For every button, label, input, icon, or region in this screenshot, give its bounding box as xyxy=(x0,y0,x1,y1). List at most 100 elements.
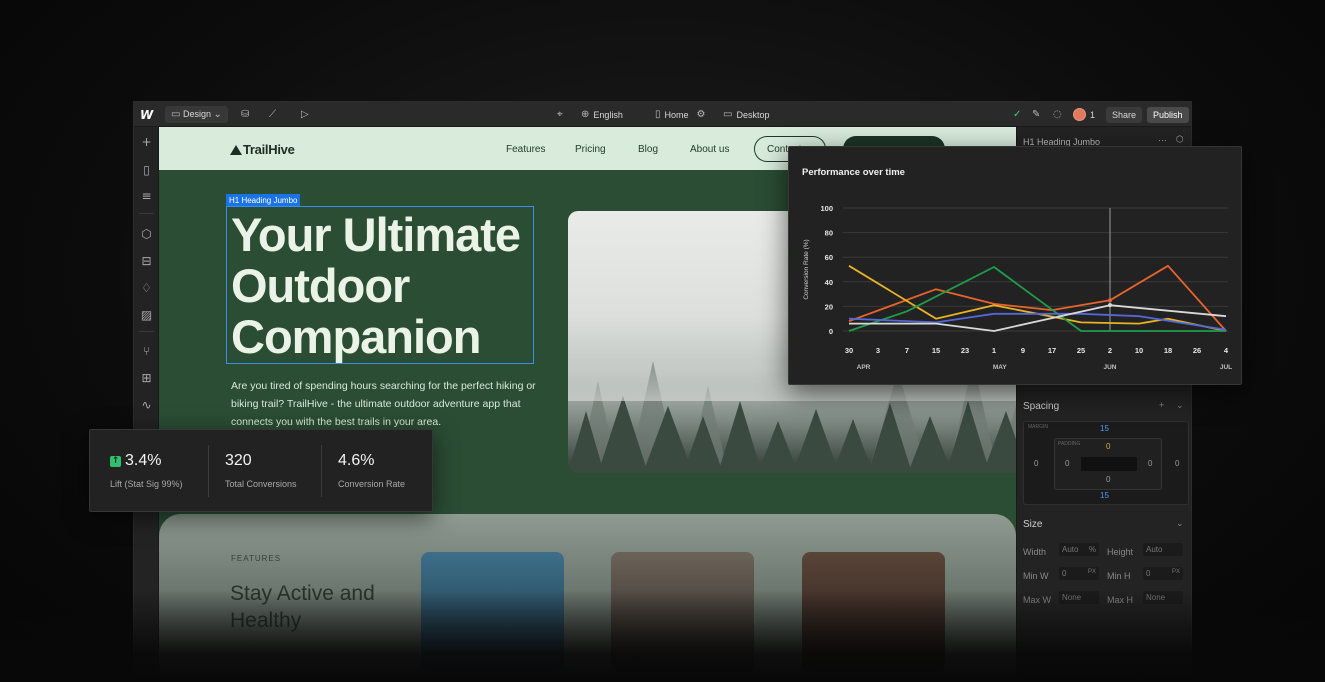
y-tick-label: 100 xyxy=(820,204,833,213)
x-tick-label: 1 xyxy=(992,346,996,355)
month-label: JUN xyxy=(1103,364,1116,371)
hero-heading[interactable]: Your Ultimate Outdoor Companion xyxy=(231,209,541,362)
chevron-down-icon[interactable]: ⌄ xyxy=(1176,518,1184,529)
check-icon: ✓ xyxy=(1013,109,1022,120)
navigator-icon[interactable]: ≡ xyxy=(134,189,159,203)
spacing-section-title[interactable]: Spacing xyxy=(1023,401,1059,412)
component-icon[interactable]: ⬡ xyxy=(1176,135,1184,145)
settings-icon: ⚙ xyxy=(696,109,706,120)
min-width-label: Min W xyxy=(1023,571,1049,581)
chart-icon: ⟋ xyxy=(269,109,276,120)
play-icon: ▷ xyxy=(301,109,309,120)
language-selector[interactable]: ⊕ English xyxy=(581,102,623,127)
x-tick-label: 7 xyxy=(905,346,909,355)
feature-card-image[interactable] xyxy=(421,552,564,672)
page-label: Home xyxy=(664,109,689,120)
page-icon: ▯ xyxy=(655,109,661,120)
saved-status: ✓ xyxy=(1013,102,1021,127)
min-height-input[interactable]: 0 PX xyxy=(1143,567,1183,580)
edit-mode-button[interactable]: ✎ xyxy=(1032,102,1040,127)
add-icon[interactable]: + xyxy=(134,135,159,149)
padding-left-input[interactable]: 0 xyxy=(1065,459,1069,468)
collaborators[interactable]: 1 xyxy=(1073,102,1095,127)
webflow-logo[interactable]: W xyxy=(140,102,153,127)
more-icon[interactable]: ··· xyxy=(1158,135,1167,145)
x-tick-label: 4 xyxy=(1224,346,1229,355)
series-point xyxy=(1108,303,1112,308)
y-tick-label: 40 xyxy=(825,278,833,287)
nav-link-pricing[interactable]: Pricing xyxy=(575,144,606,155)
selection-tag[interactable]: H1 Heading Jumbo xyxy=(226,194,301,206)
audit-icon[interactable]: ∿ xyxy=(134,398,159,412)
margin-label: MARGIN xyxy=(1028,424,1048,430)
chevron-down-icon[interactable]: ⌄ xyxy=(1176,400,1184,411)
share-button[interactable]: Share xyxy=(1106,102,1143,127)
publish-button[interactable]: Publish xyxy=(1147,102,1189,127)
mountain-icon xyxy=(230,145,242,155)
line-chart[interactable]: 0 20 40 60 80 100 30 3 7 15 23 1 9 17 25 2 10 18 26 4 APR MAY… xyxy=(789,147,1243,386)
features-heading[interactable]: Stay Active and Healthy xyxy=(230,580,390,634)
analytics-button[interactable]: ⟋ xyxy=(269,102,276,127)
x-tick-label: 26 xyxy=(1193,346,1201,355)
components-icon[interactable]: ⬡ xyxy=(134,227,159,241)
padding-bottom-input[interactable]: 0 xyxy=(1106,475,1110,484)
stat-conversion-rate: 4.6% Conversion Rate xyxy=(338,452,405,489)
height-input[interactable]: Auto xyxy=(1143,543,1183,556)
month-label: JUL xyxy=(1220,364,1232,371)
mode-dropdown[interactable]: ▭ Design ⌄ xyxy=(165,102,228,127)
pages-icon[interactable]: ▯ xyxy=(134,163,159,177)
margin-left-input[interactable]: 0 xyxy=(1034,459,1038,468)
nav-link-features[interactable]: Features xyxy=(506,144,545,155)
stat-conversions: 320 Total Conversions xyxy=(225,452,297,489)
apps-icon[interactable]: ⊞ xyxy=(134,371,159,385)
y-tick-label: 60 xyxy=(825,253,833,262)
feature-card-image[interactable] xyxy=(802,552,945,672)
focus-icon: ⌖ xyxy=(557,109,563,120)
brand-label: TrailHive xyxy=(243,142,295,157)
preview-button[interactable]: ▷ xyxy=(301,102,309,127)
assets-icon[interactable]: ▨ xyxy=(134,308,159,322)
width-input[interactable]: Auto % xyxy=(1059,543,1099,556)
cms-icon[interactable]: ⊟ xyxy=(134,254,159,268)
margin-top-input[interactable]: 15 xyxy=(1100,424,1109,433)
height-label: Height xyxy=(1107,547,1134,557)
width-unit[interactable]: % xyxy=(1089,545,1096,554)
max-width-input[interactable]: None xyxy=(1059,591,1099,604)
x-tick-label: 10 xyxy=(1135,346,1143,355)
y-axis-label: Conversion Rate (%) xyxy=(803,239,810,299)
padding-label: PADDING xyxy=(1058,441,1081,447)
page-selector[interactable]: ▯ Home ⚙ xyxy=(655,102,706,127)
focus-button[interactable]: ⌖ xyxy=(557,102,563,127)
margin-right-input[interactable]: 0 xyxy=(1175,459,1179,468)
logic-icon[interactable]: ⑂ xyxy=(134,344,159,358)
width-label: Width xyxy=(1023,547,1047,557)
breakpoint-selector[interactable]: ▭ Desktop xyxy=(723,102,769,127)
feature-card-image[interactable] xyxy=(611,552,754,672)
width-value: Auto xyxy=(1062,545,1079,554)
min-width-input[interactable]: 0 PX xyxy=(1059,567,1099,580)
series-point xyxy=(1108,298,1112,303)
logo-text: W xyxy=(140,107,154,122)
site-brand[interactable]: TrailHive xyxy=(230,142,295,157)
margin-bottom-input[interactable]: 15 xyxy=(1100,491,1109,500)
features-section: FEATURES Stay Active and Healthy xyxy=(159,514,1016,681)
publish-label: Publish xyxy=(1147,106,1189,123)
style-icon[interactable]: ♢ xyxy=(134,281,159,295)
month-label: APR xyxy=(857,364,871,371)
comments-button[interactable]: ◌ xyxy=(1053,102,1062,127)
spacing-box: MARGIN 15 15 0 0 PADDING 0 0 0 0 xyxy=(1023,421,1189,505)
cms-button[interactable]: ⛁ xyxy=(241,102,249,127)
padding-top-input[interactable]: 0 xyxy=(1106,442,1110,451)
hero-paragraph[interactable]: Are you tired of spending hours searchin… xyxy=(231,377,536,431)
nav-link-blog[interactable]: Blog xyxy=(638,144,658,155)
min-width-unit[interactable]: PX xyxy=(1088,569,1096,575)
nav-link-about[interactable]: About us xyxy=(690,144,729,155)
min-height-unit[interactable]: PX xyxy=(1172,569,1180,575)
padding-right-input[interactable]: 0 xyxy=(1148,459,1152,468)
stat-label: Lift (Stat Sig 99%) xyxy=(110,479,183,489)
max-width-value: None xyxy=(1062,593,1082,602)
avatar xyxy=(1073,108,1086,121)
size-section-title[interactable]: Size xyxy=(1023,519,1042,530)
add-icon[interactable]: + xyxy=(1159,400,1164,410)
max-height-input[interactable]: None xyxy=(1143,591,1183,604)
